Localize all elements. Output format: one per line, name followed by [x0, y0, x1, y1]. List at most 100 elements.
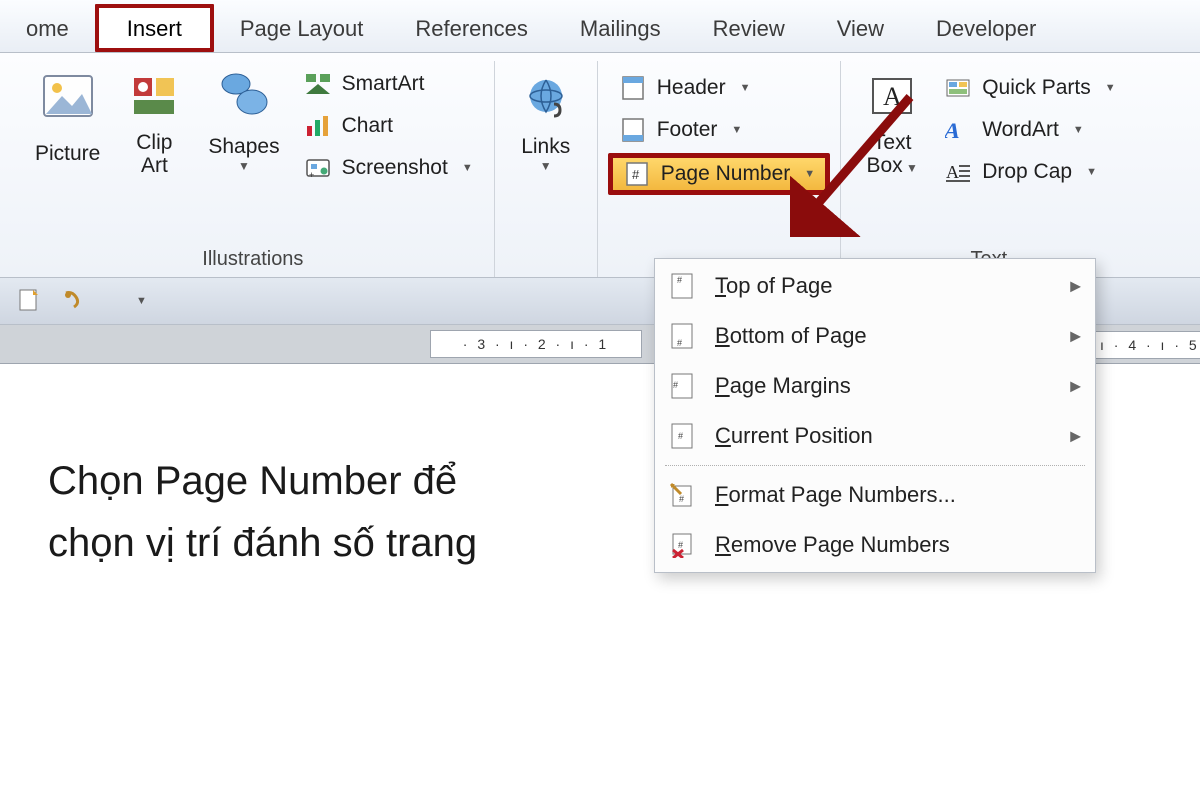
- quickparts-icon: [944, 74, 972, 102]
- wordart-button[interactable]: A WordArt ▼: [933, 111, 1126, 149]
- textbox-label-1: Text: [866, 131, 917, 154]
- shapes-button[interactable]: Shapes ▼: [195, 61, 292, 187]
- dropcap-label: Drop Cap: [982, 160, 1072, 184]
- header-footer-buttons: Header ▼ Footer ▼ # Page Number ▼: [608, 61, 830, 195]
- clipart-label-2: Art: [136, 154, 172, 177]
- picture-button[interactable]: Picture: [22, 61, 113, 187]
- caption-line-2: chọn vị trí đánh số trang: [48, 521, 477, 565]
- tab-mailings[interactable]: Mailings: [554, 4, 687, 52]
- textbox-button[interactable]: A Text Box ▼: [851, 61, 933, 187]
- qat-item-1[interactable]: [18, 288, 40, 314]
- qat-customize-dropdown[interactable]: ▼: [136, 295, 147, 307]
- svg-text:#: #: [677, 338, 682, 348]
- wordart-label: WordArt: [982, 118, 1059, 142]
- chevron-down-icon: ▼: [208, 160, 279, 173]
- textbox-icon: A: [864, 68, 920, 124]
- group-label-links: [505, 267, 587, 277]
- page-bottom-icon: #: [667, 321, 697, 351]
- chevron-down-icon: ▼: [1086, 166, 1097, 178]
- page-number-label: Page Number: [661, 162, 791, 186]
- svg-text:A: A: [945, 118, 963, 142]
- chart-icon: [304, 112, 332, 140]
- tab-page-layout[interactable]: Page Layout: [214, 4, 390, 52]
- menu-item-format-page-numbers[interactable]: # Format Page Numbers...: [655, 470, 1095, 520]
- tab-home[interactable]: ome: [0, 4, 95, 52]
- header-icon: [619, 74, 647, 102]
- picture-icon: [40, 68, 96, 124]
- menu-label-margins: Page Margins: [715, 373, 851, 399]
- illustrations-small-buttons: SmartArt Chart + Screenshot ▼: [293, 61, 484, 187]
- footer-label: Footer: [657, 118, 718, 142]
- caption-line-1: Chọn Page Number để: [48, 459, 457, 503]
- group-illustrations: Picture Clip Art Shapes ▼: [0, 61, 495, 277]
- chart-button[interactable]: Chart: [293, 107, 484, 145]
- menu-label-format: Format Page Numbers...: [715, 482, 956, 508]
- tab-view[interactable]: View: [811, 4, 910, 52]
- svg-text:#: #: [678, 540, 683, 550]
- qat-item-2[interactable]: [62, 289, 86, 313]
- page-number-button[interactable]: # Page Number ▼: [608, 153, 830, 195]
- links-button[interactable]: Links ▼: [505, 61, 587, 187]
- textbox-label-2: Box: [866, 154, 902, 177]
- quickparts-button[interactable]: Quick Parts ▼: [933, 69, 1126, 107]
- menu-label-current: Current Position: [715, 423, 873, 449]
- header-button[interactable]: Header ▼: [608, 69, 830, 107]
- chevron-down-icon: ▼: [462, 162, 473, 174]
- ribbon-tabs: ome Insert Page Layout References Mailin…: [0, 0, 1200, 53]
- tab-references[interactable]: References: [389, 4, 554, 52]
- wordart-icon: A: [944, 116, 972, 144]
- clipart-button[interactable]: Clip Art: [113, 61, 195, 187]
- svg-text:A: A: [883, 82, 902, 111]
- group-links: Links ▼: [495, 61, 598, 277]
- chevron-down-icon: ▼: [1073, 124, 1084, 136]
- chevron-down-icon: ▼: [521, 160, 570, 173]
- menu-label-bottom: Bottom of Page: [715, 323, 867, 349]
- ruler-right[interactable]: ı · 4 · ı · 5: [1093, 331, 1200, 359]
- svg-text:#: #: [678, 431, 683, 441]
- page-top-icon: #: [667, 271, 697, 301]
- tab-insert[interactable]: Insert: [95, 4, 214, 52]
- quickparts-label: Quick Parts: [982, 76, 1091, 100]
- remove-page-numbers-icon: #: [667, 530, 697, 560]
- chart-label: Chart: [342, 114, 393, 138]
- links-label: Links: [521, 135, 570, 158]
- page-margins-icon: #: [667, 371, 697, 401]
- text-small-buttons: Quick Parts ▼ A WordArt ▼ A Drop Cap ▼: [933, 61, 1126, 191]
- dropcap-button[interactable]: A Drop Cap ▼: [933, 153, 1126, 191]
- smartart-icon: [304, 70, 332, 98]
- chevron-down-icon: ▼: [804, 168, 815, 180]
- picture-label: Picture: [35, 142, 100, 165]
- chevron-down-icon: ▼: [731, 124, 742, 136]
- chevron-down-icon: ▼: [1105, 82, 1116, 94]
- menu-label-remove: Remove Page Numbers: [715, 532, 950, 558]
- menu-item-current-position[interactable]: # Current Position ▶: [655, 411, 1095, 461]
- tab-review[interactable]: Review: [687, 4, 811, 52]
- svg-text:A: A: [946, 162, 959, 182]
- svg-text:#: #: [632, 167, 640, 182]
- submenu-arrow-icon: ▶: [1070, 378, 1081, 395]
- menu-item-page-margins[interactable]: # Page Margins ▶: [655, 361, 1095, 411]
- menu-item-remove-page-numbers[interactable]: # Remove Page Numbers: [655, 520, 1095, 570]
- menu-item-top-of-page[interactable]: # Top of Page ▶: [655, 261, 1095, 311]
- ribbon-insert: Picture Clip Art Shapes ▼: [0, 53, 1200, 278]
- svg-text:+: +: [309, 170, 314, 180]
- screenshot-button[interactable]: + Screenshot ▼: [293, 149, 484, 187]
- ruler-left[interactable]: · 3 · ı · 2 · ı · 1: [430, 330, 642, 358]
- submenu-arrow-icon: ▶: [1070, 278, 1081, 295]
- footer-icon: [619, 116, 647, 144]
- page-number-icon: #: [623, 160, 651, 188]
- screenshot-icon: +: [304, 154, 332, 182]
- footer-button[interactable]: Footer ▼: [608, 111, 830, 149]
- screenshot-label: Screenshot: [342, 156, 448, 180]
- dropcap-icon: A: [944, 158, 972, 186]
- svg-text:#: #: [673, 380, 678, 390]
- page-current-icon: #: [667, 421, 697, 451]
- chevron-down-icon: ▼: [903, 161, 918, 175]
- group-text: A Text Box ▼ Quick Parts ▼ A: [841, 61, 1136, 277]
- clipart-icon: [126, 68, 182, 124]
- smartart-label: SmartArt: [342, 72, 425, 96]
- menu-item-bottom-of-page[interactable]: # Bottom of Page ▶: [655, 311, 1095, 361]
- smartart-button[interactable]: SmartArt: [293, 65, 484, 103]
- shapes-label: Shapes: [208, 135, 279, 158]
- tab-developer[interactable]: Developer: [910, 4, 1062, 52]
